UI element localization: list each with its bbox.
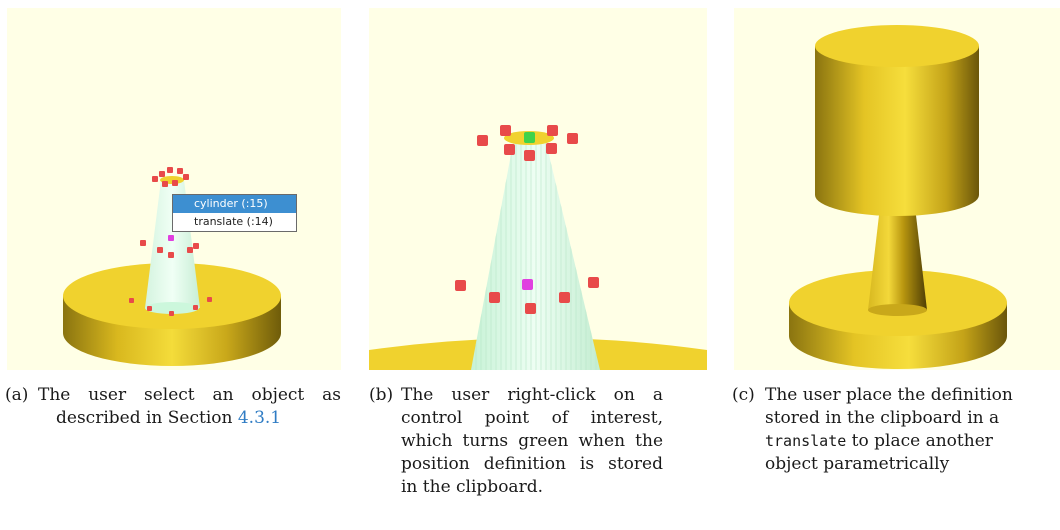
caption-line: The user place the definition	[765, 385, 1013, 405]
caption-tag: (b)	[369, 385, 394, 405]
panel-a-viewport[interactable]: cylinder (:15) translate (:14)	[7, 8, 341, 370]
menu-item-cylinder[interactable]: cylinder (:15)	[173, 195, 296, 213]
caption-line: position definition is stored	[401, 454, 663, 474]
caption-line: in the clipboard.	[401, 477, 543, 497]
selected-cylinder[interactable]	[471, 131, 600, 370]
panel-b-viewport[interactable]	[369, 8, 707, 370]
caption-line: which turns green when the	[401, 431, 663, 451]
caption-line: stored in the clipboard in a	[765, 408, 1000, 428]
panel-c-viewport[interactable]	[734, 8, 1060, 370]
caption-line: The user select an object as	[38, 385, 341, 405]
menu-item-translate[interactable]: translate (:14)	[173, 213, 296, 231]
section-link[interactable]: 4.3.1	[238, 408, 281, 428]
caption-line: The user right-click on a	[401, 385, 663, 405]
placed-cylinder[interactable]	[815, 25, 979, 216]
caption-tag: (a)	[5, 385, 29, 405]
caption-line: control point of interest,	[401, 408, 663, 428]
caption-line: translate to place another	[765, 431, 993, 451]
caption-line: object parametrically	[765, 454, 950, 474]
caption-line: described in Section 4.3.1	[56, 408, 282, 428]
code-translate: translate	[765, 432, 847, 450]
context-menu[interactable]: cylinder (:15) translate (:14)	[172, 194, 297, 232]
stored-control-point[interactable]	[524, 132, 535, 143]
caption-tag: (c)	[732, 385, 755, 405]
